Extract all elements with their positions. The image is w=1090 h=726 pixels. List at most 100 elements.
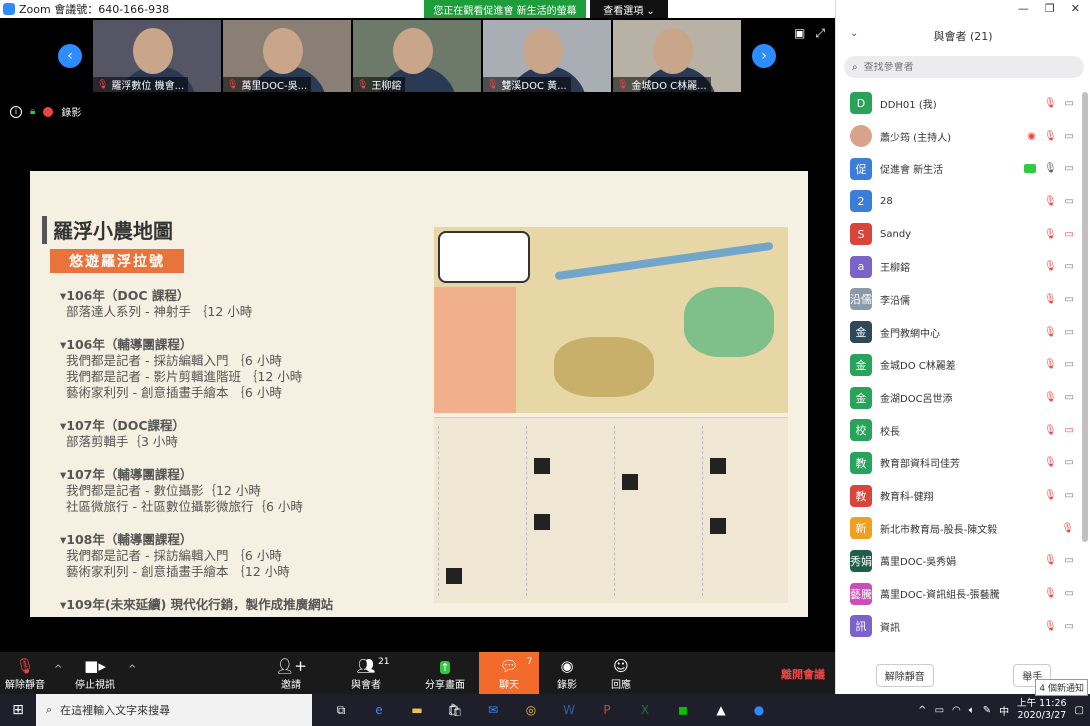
lock-icon[interactable]: 🔒︎ — [30, 106, 35, 117]
layout-icon[interactable]: ▣ — [794, 26, 805, 41]
word-icon[interactable]: W — [554, 697, 584, 723]
notification-icon[interactable]: ▢ — [1075, 705, 1084, 716]
mic-muted-icon[interactable]: 🎙︎ — [1044, 229, 1057, 240]
participant-row[interactable]: 金金城DO C林麗差 🎙︎ ▭ — [836, 349, 1080, 382]
mic-muted-icon[interactable]: 🎙︎ — [1044, 327, 1057, 338]
camera-icon[interactable]: ▭ — [1065, 392, 1074, 403]
participant-row[interactable]: 教教育部資科司佳芳 🎙︎ ▭ — [836, 447, 1080, 480]
windows-start-icon[interactable]: ⊞ — [0, 694, 36, 726]
mic-muted-icon[interactable]: 🎙︎ — [1044, 555, 1057, 566]
mic-icon[interactable]: 🎙︎ — [1044, 163, 1057, 174]
prev-page-icon[interactable]: ‹ — [58, 44, 82, 68]
mic-muted-icon[interactable]: 🎙︎ — [1044, 392, 1057, 403]
file-explorer-icon[interactable]: ▬ — [402, 697, 432, 723]
mail-icon[interactable]: ✉ — [478, 697, 508, 723]
mic-muted-icon[interactable]: 🎙︎ — [1044, 98, 1057, 109]
photos-icon[interactable]: ▲ — [706, 697, 736, 723]
participant-row[interactable]: 金金門教網中心 🎙︎ ▭ — [836, 316, 1080, 349]
camera-icon[interactable]: ▭ — [1065, 359, 1074, 370]
edge-icon[interactable]: e — [364, 697, 394, 723]
video-options-icon[interactable]: ^ — [128, 664, 136, 675]
powerpoint-icon[interactable]: P — [592, 697, 622, 723]
camera-icon[interactable]: ▭ — [1065, 294, 1074, 305]
camera-off-icon[interactable]: ▭ — [1065, 229, 1074, 240]
participant-row[interactable]: 沿儒 李沿儒 🎙︎ ▭ — [836, 283, 1080, 316]
participant-row[interactable]: 蕭少筠 (主持人) ◉ 🎙︎ ▭ — [836, 120, 1080, 153]
chrome-icon[interactable]: ◎ — [516, 697, 546, 723]
leave-meeting-button[interactable]: 離開會議 — [781, 666, 825, 682]
participant-row[interactable]: 教教育科-健翔 🎙︎ ▭ — [836, 479, 1080, 512]
ime-indicator[interactable]: 中 — [999, 703, 1009, 718]
video-thumbnail[interactable]: 🎙 雙溪DOC 黃... — [483, 20, 611, 92]
unmute-me-button[interactable]: 解除靜音 — [875, 663, 934, 687]
zoom-icon[interactable]: ● — [744, 697, 774, 723]
close-icon[interactable]: ✕ — [1071, 2, 1080, 18]
info-icon[interactable]: i — [10, 105, 22, 118]
chat-button[interactable]: 💬︎ 7 聊天 — [479, 652, 539, 694]
camera-icon[interactable]: ▭ — [1065, 327, 1074, 338]
participant-row[interactable]: D DDH01 (我) 🎙︎ ▭ — [836, 87, 1080, 120]
camera-icon[interactable]: ▭ — [1065, 261, 1074, 272]
participant-row[interactable]: 訊資訊 🎙︎ ▭ — [836, 610, 1080, 643]
participant-row[interactable]: 秀娟 萬里DOC-吳秀娟 🎙︎ ▭ — [836, 545, 1080, 578]
volume-icon[interactable]: 🔈︎ — [969, 705, 975, 716]
camera-icon[interactable]: ▭ — [1065, 555, 1074, 566]
participant-search[interactable]: ⌕ — [844, 56, 1084, 78]
excel-icon[interactable]: X — [630, 697, 660, 723]
share-screen-button[interactable]: ↑ 分享畫面 — [424, 652, 466, 694]
participant-search-input[interactable] — [863, 61, 1064, 73]
mic-muted-icon[interactable]: 🎙︎ — [1044, 621, 1057, 632]
mic-muted-icon[interactable]: 🎙︎ — [1044, 425, 1057, 436]
participant-row[interactable]: a 王柳鎔 🎙︎ ▭ — [836, 250, 1080, 283]
chevron-up-icon[interactable]: ^ — [918, 705, 926, 716]
mic-muted-icon[interactable]: 🎙︎ — [1044, 131, 1057, 142]
line-icon[interactable]: ◼ — [668, 697, 698, 723]
battery-icon[interactable]: ▭ — [935, 705, 944, 716]
camera-icon[interactable]: ▭ — [1065, 196, 1074, 207]
mic-muted-icon[interactable]: 🎙︎ — [1044, 196, 1057, 207]
camera-icon[interactable]: ▭ — [1065, 131, 1074, 142]
camera-off-icon[interactable]: ▭ — [1065, 425, 1074, 436]
camera-icon[interactable]: ▭ — [1065, 588, 1074, 599]
participant-row[interactable]: 促促進會 新生活 🎙︎ ▭ — [836, 152, 1080, 185]
mic-muted-icon[interactable]: 🎙︎ — [1044, 457, 1057, 468]
mic-muted-icon[interactable]: 🎙︎ — [1044, 359, 1057, 370]
mic-muted-icon[interactable]: 🎙︎ — [1044, 261, 1057, 272]
video-thumbnail[interactable]: 🎙 金城DO C林麗... — [613, 20, 741, 92]
wifi-icon[interactable]: ◠ — [952, 705, 961, 716]
unmute-button[interactable]: 🎙 解除靜音 — [4, 652, 46, 694]
mic-muted-icon[interactable]: 🎙︎ — [1044, 294, 1057, 305]
mic-muted-icon[interactable]: 🎙︎ — [1044, 490, 1057, 501]
minimize-icon[interactable]: — — [1018, 2, 1029, 18]
chevron-down-icon[interactable]: ⌄ — [850, 28, 858, 39]
participant-row[interactable]: 校校長 🎙︎ ▭ — [836, 414, 1080, 447]
reactions-button[interactable]: ☺ 回應 — [606, 652, 636, 694]
store-icon[interactable]: 🛍︎ — [440, 697, 470, 723]
record-button[interactable]: ◉ 錄影 — [552, 652, 582, 694]
taskbar-search[interactable]: ⌕ 在這裡輸入文字來搜尋 — [36, 694, 312, 726]
participant-row[interactable]: 2 28 🎙︎ ▭ — [836, 185, 1080, 218]
participant-row[interactable]: 金金湖DOC呂世添 🎙︎ ▭ — [836, 381, 1080, 414]
task-view-icon[interactable]: ⧉ — [326, 697, 356, 723]
mic-muted-icon[interactable]: 🎙︎ — [1044, 588, 1057, 599]
video-thumbnail[interactable]: 🎙 萬里DOC-吳... — [223, 20, 351, 92]
view-options-button[interactable]: 查看選項 ⌄ — [590, 0, 668, 18]
participants-button[interactable]: 👥︎ 21 與會者 — [346, 652, 390, 694]
participant-row[interactable]: S Sandy 🎙︎ ▭ — [836, 218, 1080, 251]
participant-row[interactable]: 新新北市教育局-股長-陳文毅 🎙︎ — [836, 512, 1080, 545]
stop-video-button[interactable]: ■▸ 停止視訊 — [74, 652, 116, 694]
clock[interactable]: 上午 11:26 2020/3/27 — [1017, 698, 1066, 722]
maximize-icon[interactable]: ❐ — [1045, 2, 1055, 18]
scrollbar[interactable] — [1082, 92, 1088, 542]
camera-icon[interactable]: ▭ — [1065, 163, 1074, 174]
pen-icon[interactable]: ✎ — [983, 705, 991, 716]
video-thumbnail[interactable]: 🎙 羅浮數位 機會... — [93, 20, 221, 92]
invite-button[interactable]: 👤︎+ 邀請 — [274, 652, 308, 694]
camera-icon[interactable]: ▭ — [1065, 457, 1074, 468]
next-page-icon[interactable]: › — [752, 44, 776, 68]
camera-icon[interactable]: ▭ — [1065, 490, 1074, 501]
camera-icon[interactable]: ▭ — [1065, 621, 1074, 632]
video-thumbnail[interactable]: 🎙 王柳鎔 — [353, 20, 481, 92]
camera-icon[interactable]: ▭ — [1065, 98, 1074, 109]
fullscreen-icon[interactable]: ⤢ — [815, 26, 825, 41]
